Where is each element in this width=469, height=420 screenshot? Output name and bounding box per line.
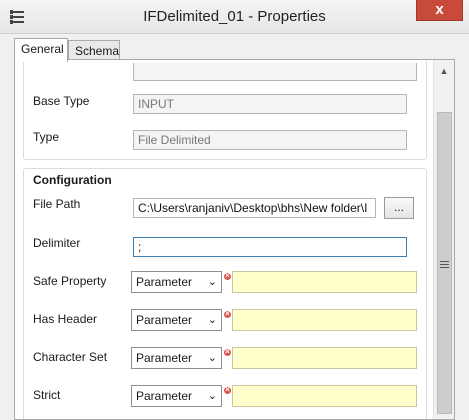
chevron-down-icon: ⌄: [207, 276, 217, 288]
window-title: IFDelimited_01 - Properties: [143, 8, 326, 25]
chevron-down-icon: ⌄: [207, 314, 217, 326]
grip-icon: [440, 261, 449, 268]
type-field[interactable]: File Delimited: [133, 130, 407, 150]
configuration-group: Configuration File Path C:\Users\ranjani…: [23, 168, 427, 419]
browse-button[interactable]: ...: [384, 197, 414, 219]
base-type-label: Base Type: [33, 94, 90, 108]
strict-label: Strict: [33, 388, 61, 402]
safe-property-select[interactable]: Parameter ⌄: [131, 271, 222, 293]
character-set-label: Character Set: [33, 350, 108, 364]
delimiter-label: Delimiter: [33, 236, 81, 250]
configuration-title: Configuration: [33, 173, 112, 187]
file-path-label: File Path: [33, 197, 81, 211]
vertical-scrollbar[interactable]: ▲: [433, 60, 454, 419]
chevron-down-icon: ⌄: [207, 352, 217, 364]
scroll-up-icon[interactable]: ▲: [434, 66, 454, 76]
scrollbar-thumb[interactable]: [437, 112, 452, 414]
character-set-select[interactable]: Parameter ⌄: [131, 347, 222, 369]
general-group: Base Type INPUT Type File Delimited: [23, 60, 427, 160]
tab-general[interactable]: General: [14, 38, 68, 62]
delimiter-input[interactable]: ;: [133, 237, 407, 257]
safe-property-value-input[interactable]: [232, 271, 417, 293]
error-icon: [224, 383, 231, 396]
error-icon: [224, 269, 231, 282]
has-header-select[interactable]: Parameter ⌄: [131, 309, 222, 331]
error-icon: [224, 345, 231, 358]
strict-select[interactable]: Parameter ⌄: [131, 385, 222, 407]
tab-schema[interactable]: Schema: [68, 40, 120, 60]
has-header-label: Has Header: [33, 312, 98, 326]
type-label: Type: [33, 130, 60, 144]
close-icon: x: [435, 1, 444, 18]
character-set-value-input[interactable]: [232, 347, 417, 369]
has-header-value-input[interactable]: [232, 309, 417, 331]
close-button[interactable]: x: [416, 0, 463, 21]
file-path-input[interactable]: C:\Users\ranjaniv\Desktop\bhs\New folder…: [133, 198, 376, 218]
safe-property-label: Safe Property: [33, 274, 107, 288]
chevron-down-icon: ⌄: [207, 390, 217, 402]
title-bar: IFDelimited_01 - Properties x: [0, 0, 469, 34]
name-field-partial[interactable]: [133, 63, 417, 81]
base-type-field[interactable]: INPUT: [133, 94, 407, 114]
strict-value-input[interactable]: [232, 385, 417, 407]
error-icon: [224, 307, 231, 320]
properties-panel: Base Type INPUT Type File Delimited Conf…: [14, 59, 455, 420]
